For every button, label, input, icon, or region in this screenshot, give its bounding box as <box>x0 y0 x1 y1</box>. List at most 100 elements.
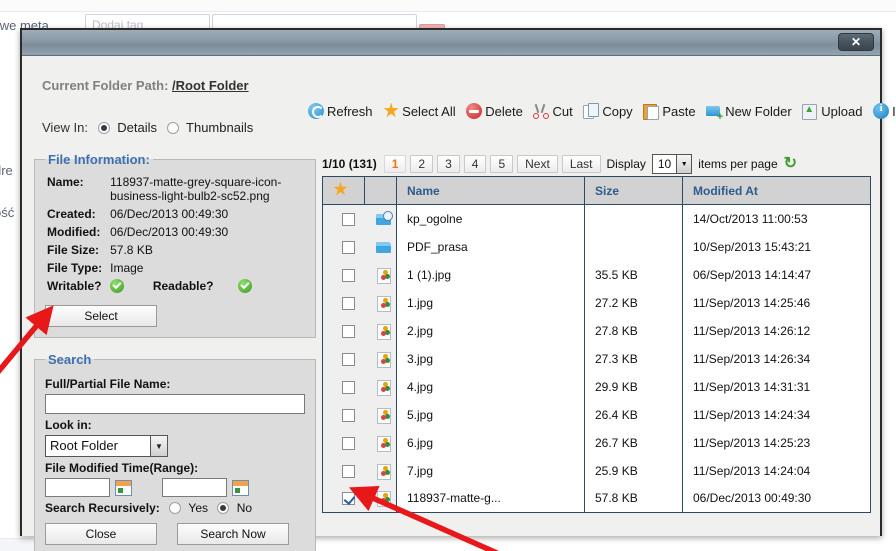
toolbar-select-all-button[interactable]: Select All <box>383 102 456 119</box>
toolbar-new-folder-button[interactable]: New Folder <box>706 103 792 122</box>
row-name[interactable]: 7.jpg <box>396 456 585 485</box>
row-checkbox-cell[interactable] <box>322 260 365 289</box>
toolbar-cut-button[interactable]: Cut <box>533 103 573 119</box>
row-checkbox[interactable] <box>342 436 356 450</box>
toolbar-paste-button[interactable]: Paste <box>643 103 696 120</box>
page-button-4[interactable]: 4 <box>463 155 487 173</box>
table-row[interactable]: 3.jpg 27.3 KB 11/Sep/2013 14:26:34 <box>322 344 871 373</box>
header-size[interactable]: Size <box>584 176 683 205</box>
row-checkbox[interactable] <box>342 240 356 254</box>
paste-icon <box>643 103 660 120</box>
view-details-label[interactable]: Details <box>117 120 157 135</box>
background-word-1: dre <box>0 163 13 178</box>
star-icon[interactable] <box>333 181 348 196</box>
row-name[interactable]: 1 (1).jpg <box>396 260 585 289</box>
recursive-no-label[interactable]: No <box>237 501 252 515</box>
radio-recursive-no[interactable] <box>217 502 230 514</box>
search-now-button[interactable]: Search Now <box>177 523 289 545</box>
calendar-icon-from[interactable] <box>115 479 132 496</box>
row-checkbox-cell[interactable] <box>322 456 365 485</box>
table-header-row: Name Size Modified At <box>322 176 871 205</box>
next-page-button[interactable]: Next <box>517 155 558 173</box>
row-checkbox[interactable] <box>342 464 356 478</box>
row-modified: 11/Sep/2013 14:31:31 <box>682 372 871 401</box>
modified-from-input[interactable] <box>45 478 110 497</box>
row-checkbox-cell[interactable] <box>322 344 365 373</box>
page-button-1[interactable]: 1 <box>383 155 407 173</box>
toolbar-refresh-button[interactable]: Refresh <box>308 102 373 119</box>
toolbar-upload-button[interactable]: Upload <box>802 103 862 120</box>
row-checkbox-cell[interactable] <box>322 204 365 233</box>
root-folder-link[interactable]: /Root Folder <box>172 78 249 93</box>
row-icon-cell <box>364 260 397 289</box>
toolbar-delete-button[interactable]: Delete <box>466 102 523 119</box>
table-row[interactable]: 4.jpg 29.9 KB 11/Sep/2013 14:31:31 <box>322 372 871 401</box>
view-thumbnails-label[interactable]: Thumbnails <box>186 120 253 135</box>
row-name[interactable]: 3.jpg <box>396 344 585 373</box>
row-checkbox[interactable] <box>342 380 356 394</box>
row-checkbox-cell[interactable] <box>322 428 365 457</box>
toolbar-info-button[interactable]: Info <box>873 102 896 119</box>
table-row[interactable]: 7.jpg 25.9 KB 11/Sep/2013 14:24:04 <box>322 456 871 485</box>
search-filename-input[interactable] <box>45 394 305 414</box>
radio-recursive-yes[interactable] <box>169 502 182 514</box>
row-name[interactable]: 5.jpg <box>396 400 585 429</box>
page-button-3[interactable]: 3 <box>437 155 460 173</box>
file-information-legend: File Information: <box>48 152 150 167</box>
calendar-icon-to[interactable] <box>232 479 249 496</box>
row-name[interactable]: PDF_prasa <box>396 232 585 261</box>
row-name[interactable]: 1.jpg <box>396 288 585 317</box>
row-checkbox-cell[interactable] <box>322 288 365 317</box>
row-checkbox[interactable] <box>342 212 356 226</box>
table-row[interactable]: 1.jpg 27.2 KB 11/Sep/2013 14:25:46 <box>322 288 871 317</box>
row-checkbox[interactable] <box>342 296 356 310</box>
radio-view-details[interactable] <box>97 122 110 134</box>
row-modified: 11/Sep/2013 14:24:04 <box>682 456 871 485</box>
row-checkbox-cell[interactable] <box>322 316 365 345</box>
row-checkbox-cell[interactable] <box>322 400 365 429</box>
select-button[interactable]: Select <box>45 305 157 327</box>
filename-label: Full/Partial File Name: <box>45 377 171 391</box>
row-checkbox-cell[interactable] <box>322 372 365 401</box>
modified-to-input[interactable] <box>162 478 227 497</box>
table-row[interactable]: PDF_prasa 10/Sep/2013 15:43:21 <box>322 232 871 261</box>
header-select-all-cell[interactable] <box>322 176 365 205</box>
items-per-page-select[interactable]: 10 ▼ <box>651 154 693 174</box>
table-row[interactable]: 2.jpg 27.8 KB 11/Sep/2013 14:26:12 <box>322 316 871 345</box>
header-modified-at[interactable]: Modified At <box>682 176 871 205</box>
page-button-2[interactable]: 2 <box>410 155 434 173</box>
row-name[interactable]: kp_ogolne <box>396 204 585 233</box>
page-button-5[interactable]: 5 <box>490 155 514 173</box>
row-checkbox[interactable] <box>342 352 356 366</box>
row-name[interactable]: 4.jpg <box>396 372 585 401</box>
chevron-down-icon[interactable]: ▼ <box>150 435 168 457</box>
row-name[interactable]: 6.jpg <box>396 428 585 457</box>
refresh-go-icon[interactable] <box>784 153 800 173</box>
chevron-down-icon[interactable]: ▼ <box>676 154 693 174</box>
row-name[interactable]: 118937-matte-g... <box>396 484 585 513</box>
search-legend: Search <box>48 352 92 367</box>
table-row[interactable]: 6.jpg 26.7 KB 11/Sep/2013 14:25:23 <box>322 428 871 457</box>
table-row[interactable]: 5.jpg 26.4 KB 11/Sep/2013 14:24:34 <box>322 400 871 429</box>
table-row[interactable]: 118937-matte-g... 57.8 KB 06/Dec/2013 00… <box>322 484 871 513</box>
close-icon[interactable]: ✕ <box>838 33 874 51</box>
row-name[interactable]: 2.jpg <box>396 316 585 345</box>
image-file-icon <box>375 295 393 312</box>
table-row[interactable]: kp_ogolne 14/Oct/2013 11:00:53 <box>322 204 871 233</box>
recursive-yes-label[interactable]: Yes <box>188 501 208 515</box>
row-checkbox-cell[interactable] <box>322 232 365 261</box>
header-name[interactable]: Name <box>396 176 585 205</box>
row-checkbox-checked[interactable] <box>342 492 356 506</box>
toolbar-copy-button[interactable]: Copy <box>583 102 633 119</box>
row-checkbox[interactable] <box>342 324 356 338</box>
lookin-select[interactable]: Root Folder ▼ <box>45 435 168 457</box>
row-checkbox[interactable] <box>342 408 356 422</box>
row-size: 26.7 KB <box>584 428 683 457</box>
table-row[interactable]: 1 (1).jpg 35.5 KB 06/Sep/2013 14:14:47 <box>322 260 871 289</box>
row-checkbox-cell[interactable] <box>322 484 365 513</box>
last-page-button[interactable]: Last <box>561 155 601 173</box>
radio-view-thumbnails[interactable] <box>166 122 179 134</box>
image-file-icon <box>375 379 393 396</box>
row-checkbox[interactable] <box>342 268 356 282</box>
close-button[interactable]: Close <box>45 523 157 545</box>
